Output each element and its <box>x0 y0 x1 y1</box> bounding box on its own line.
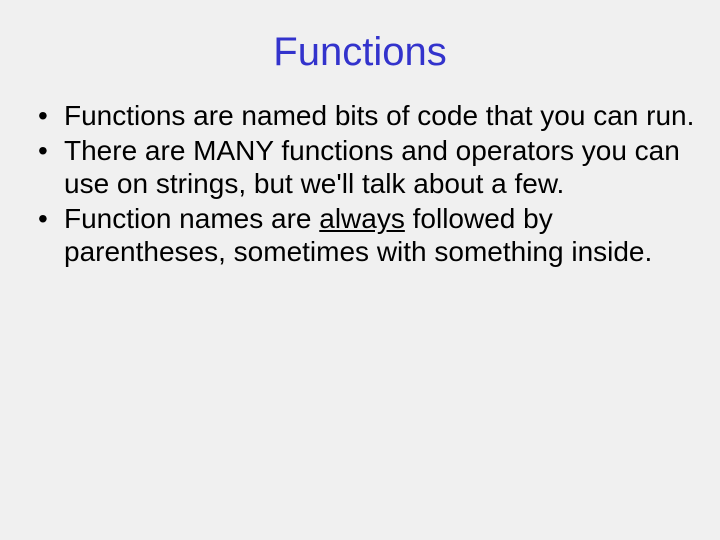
slide-title: Functions <box>20 30 700 75</box>
list-item: There are MANY functions and operators y… <box>34 134 700 200</box>
bullet-text: There are MANY functions and operators y… <box>64 135 680 199</box>
list-item: Functions are named bits of code that yo… <box>34 99 700 132</box>
slide: Functions Functions are named bits of co… <box>0 0 720 540</box>
bullet-text: Function names are <box>64 203 319 234</box>
bullet-list: Functions are named bits of code that yo… <box>20 99 700 268</box>
list-item: Function names are always followed by pa… <box>34 202 700 268</box>
bullet-text: Functions are named bits of code that yo… <box>64 100 694 131</box>
bullet-underline: always <box>319 203 405 234</box>
